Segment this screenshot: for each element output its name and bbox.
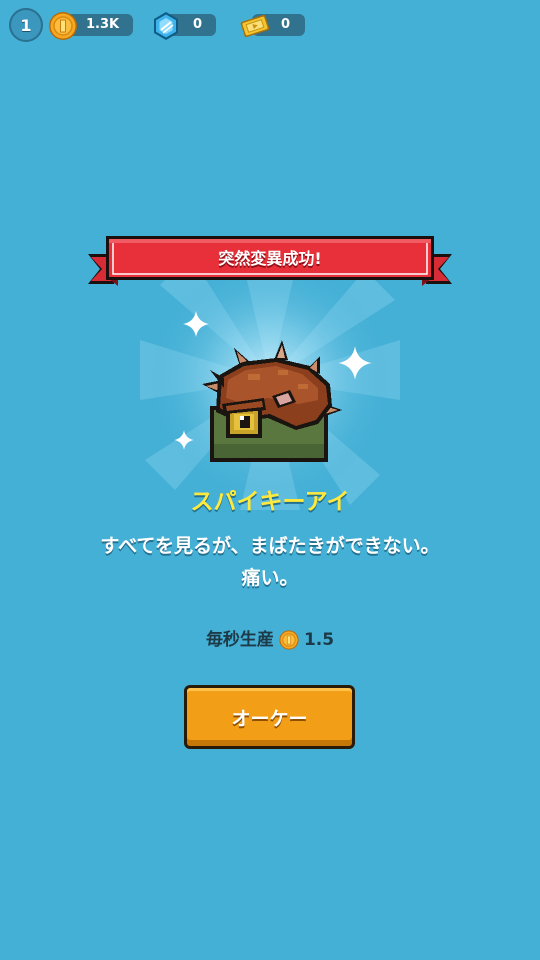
ticket-icon xyxy=(240,14,270,38)
spiky-eye-creature-sprite xyxy=(202,340,342,462)
ticket-count: 0 xyxy=(281,17,291,32)
creature-description: すべてを見るが、まばたきができない。痛い。 xyxy=(100,535,440,589)
ok-button-label: オーケー xyxy=(231,707,308,730)
coin-icon xyxy=(49,12,77,40)
gem-count: 0 xyxy=(193,17,203,32)
player-level-text: 1 xyxy=(20,15,32,35)
production-label: 毎秒生産 xyxy=(205,630,274,650)
production-rate: 毎秒生産 1.5 xyxy=(0,626,540,654)
sparkle-icon xyxy=(174,430,194,450)
coin-icon xyxy=(279,630,299,650)
ok-button[interactable]: オーケー xyxy=(184,685,355,749)
gem-icon xyxy=(154,12,178,40)
banner-title: 突然変異成功! xyxy=(218,249,322,268)
sparkle-icon xyxy=(183,311,209,337)
player-level-badge[interactable]: 1 xyxy=(9,8,43,42)
coin-count: 1.3K xyxy=(86,17,120,32)
production-value: 1.5 xyxy=(303,630,335,650)
creature-name: スパイキーアイ xyxy=(190,489,350,515)
